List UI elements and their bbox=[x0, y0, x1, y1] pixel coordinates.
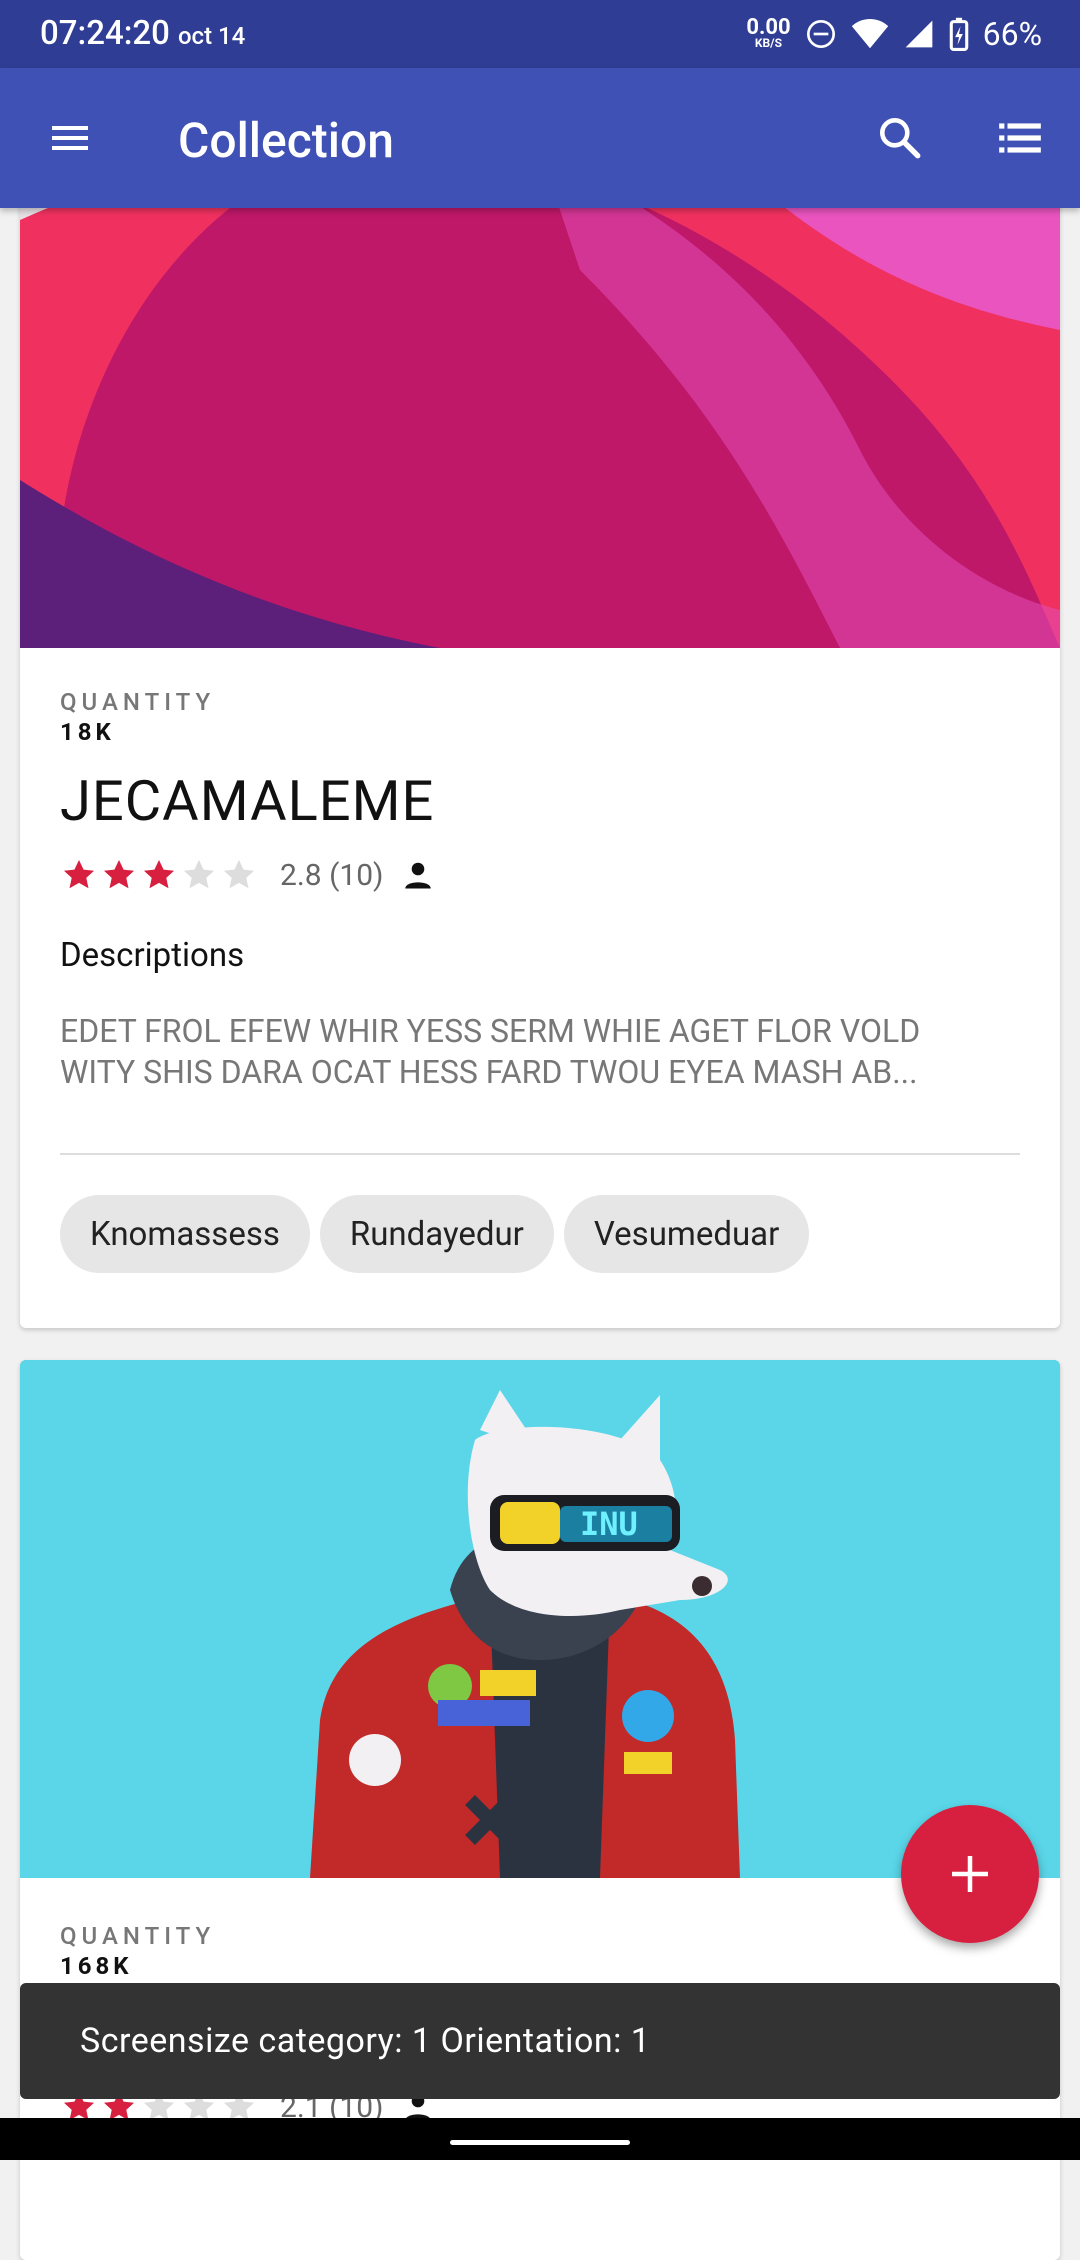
divider bbox=[60, 1153, 1020, 1155]
collection-card[interactable]: QUANTITY 18K JECAMALEME 2.8 (10) Descrip… bbox=[20, 150, 1060, 1328]
abstract-wallpaper-image bbox=[20, 150, 1060, 648]
plus-icon bbox=[952, 1856, 988, 1892]
star-rating bbox=[60, 856, 258, 894]
rating-row: 2.8 (10) bbox=[60, 856, 1020, 894]
view-toggle-button[interactable] bbox=[990, 108, 1050, 168]
list-view-icon bbox=[999, 123, 1041, 153]
tag-chip[interactable]: Rundayedur bbox=[319, 1195, 554, 1273]
status-time: 07:24:20 oct 14 bbox=[40, 14, 245, 53]
star-empty-icon bbox=[223, 859, 255, 889]
cell-signal-icon bbox=[905, 20, 932, 48]
star-filled-icon bbox=[103, 859, 135, 889]
svg-text:INU: INU bbox=[580, 1505, 638, 1543]
navigation-bar bbox=[0, 2118, 1080, 2160]
quantity-value: 168K bbox=[60, 1952, 133, 1980]
rating-text: 2.8 (10) bbox=[280, 857, 384, 893]
net-speed: 0.00 KB/S bbox=[746, 15, 791, 50]
battery-charging-icon bbox=[949, 17, 968, 51]
net-speed-unit: KB/S bbox=[754, 36, 783, 50]
status-date: oct 14 bbox=[177, 22, 246, 50]
star-empty-icon bbox=[183, 859, 215, 889]
quantity-label: QUANTITY bbox=[60, 688, 216, 716]
description-text: EDET FROL EFEW WHIR YESS SERM WHIE AGET … bbox=[60, 1011, 1020, 1093]
star-filled-icon bbox=[63, 859, 95, 889]
home-gesture-handle[interactable] bbox=[450, 2140, 630, 2145]
snackbar: Screensize category: 1 Orientation: 1 bbox=[20, 1983, 1060, 2099]
status-clock: 07:24:20 bbox=[40, 14, 170, 53]
star-filled-icon bbox=[143, 859, 175, 889]
battery-percent: 66% bbox=[982, 15, 1042, 53]
status-bar: 07:24:20 oct 14 0.00 KB/S 66% bbox=[0, 0, 1080, 68]
tag-chip[interactable]: Knomassess bbox=[60, 1195, 310, 1273]
do-not-disturb-icon bbox=[806, 20, 835, 48]
search-icon bbox=[880, 117, 921, 159]
tag-chip[interactable]: Vesumeduar bbox=[563, 1195, 810, 1273]
person-icon bbox=[404, 862, 431, 889]
search-button[interactable] bbox=[870, 108, 930, 168]
snackbar-text: Screensize category: 1 Orientation: 1 bbox=[80, 2021, 651, 2061]
net-speed-value: 0.00 bbox=[746, 15, 791, 40]
description-line: WITY SHIS DARA OCAT HESS FARD TWOU EYEA … bbox=[60, 1053, 918, 1091]
page-title: Collection bbox=[178, 112, 394, 169]
quantity-label: QUANTITY bbox=[60, 1922, 216, 1950]
status-icons: 0.00 KB/S 66% bbox=[746, 12, 1042, 56]
card-image: INU bbox=[20, 1360, 1060, 1878]
add-fab-button[interactable] bbox=[901, 1805, 1039, 1943]
quantity-value: 18K bbox=[60, 718, 115, 746]
description-heading: Descriptions bbox=[60, 936, 245, 975]
hamburger-menu-icon bbox=[52, 126, 88, 150]
description-line: EDET FROL EFEW WHIR YESS SERM WHIE AGET … bbox=[60, 1012, 921, 1050]
card-content: QUANTITY 18K JECAMALEME 2.8 (10) Descrip… bbox=[60, 688, 1020, 1273]
wifi-icon bbox=[851, 18, 888, 49]
menu-button[interactable] bbox=[40, 108, 100, 168]
item-title: JECAMALEME bbox=[60, 768, 435, 834]
cyber-dog-illustration: INU bbox=[20, 1360, 1060, 1878]
app-bar: Collection bbox=[0, 68, 1080, 208]
tag-chips: Knomassess Rundayedur Vesumeduar bbox=[60, 1195, 1020, 1273]
card-image bbox=[20, 150, 1060, 648]
